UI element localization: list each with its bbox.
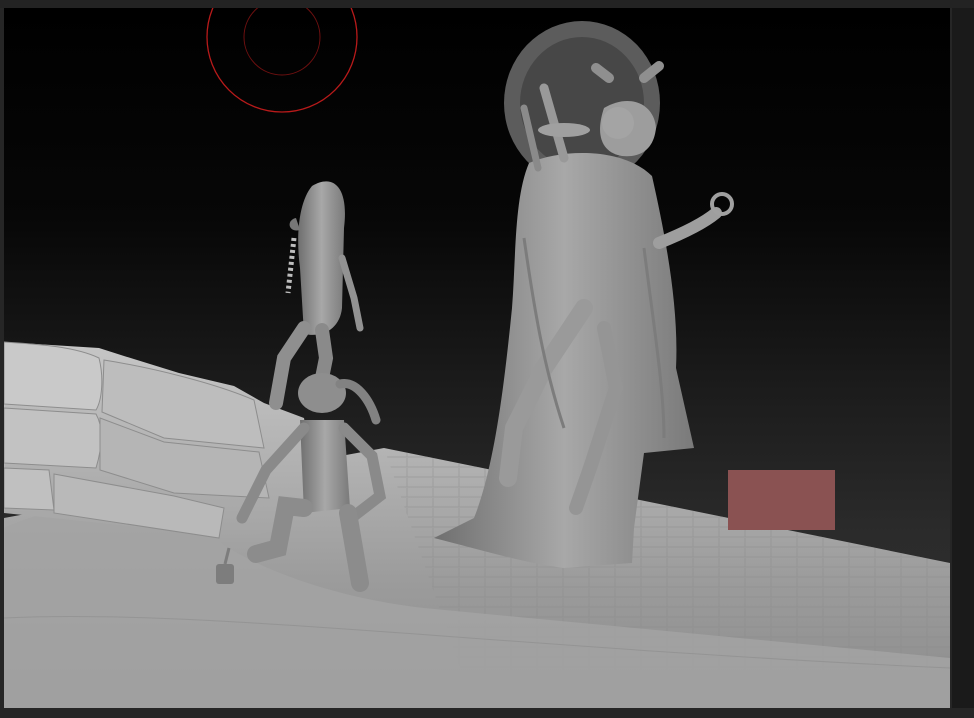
tall-figure-sculpt bbox=[269, 181, 364, 410]
viewport-canvas[interactable] bbox=[4, 8, 950, 708]
zbrush-app-window bbox=[0, 0, 974, 718]
viewport-scene bbox=[4, 8, 950, 708]
window-top-edge bbox=[0, 0, 974, 8]
stone-wall bbox=[4, 341, 314, 539]
rectangle-marker-icon[interactable] bbox=[728, 470, 835, 530]
right-side-panel-edge bbox=[952, 8, 974, 708]
brush-radius-circle-icon[interactable] bbox=[206, 8, 358, 113]
